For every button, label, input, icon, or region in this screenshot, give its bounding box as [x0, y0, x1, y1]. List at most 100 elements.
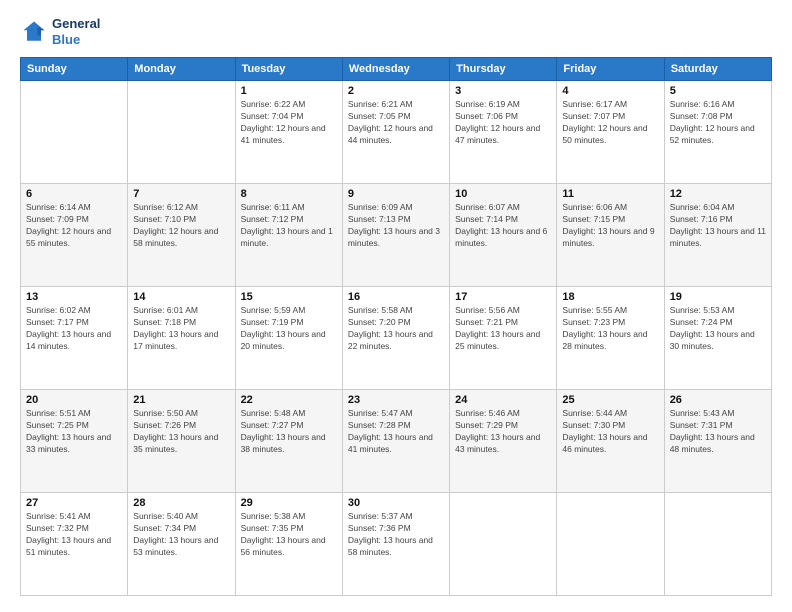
cell-info: Sunrise: 5:56 AM Sunset: 7:21 PM Dayligh…: [455, 305, 551, 353]
cell-info: Sunrise: 6:22 AM Sunset: 7:04 PM Dayligh…: [241, 99, 337, 147]
calendar-table: Sunday Monday Tuesday Wednesday Thursday…: [20, 57, 772, 596]
cell-info: Sunrise: 6:21 AM Sunset: 7:05 PM Dayligh…: [348, 99, 444, 147]
calendar-week-1: 1 Sunrise: 6:22 AM Sunset: 7:04 PM Daylig…: [21, 81, 772, 184]
calendar-cell: 26 Sunrise: 5:43 AM Sunset: 7:31 PM Dayli…: [664, 390, 771, 493]
calendar-week-3: 13 Sunrise: 6:02 AM Sunset: 7:17 PM Dayli…: [21, 287, 772, 390]
cell-info: Sunrise: 6:09 AM Sunset: 7:13 PM Dayligh…: [348, 202, 444, 250]
calendar-cell: [128, 81, 235, 184]
calendar-cell: 6 Sunrise: 6:14 AM Sunset: 7:09 PM Daylig…: [21, 184, 128, 287]
cell-info: Sunrise: 5:59 AM Sunset: 7:19 PM Dayligh…: [241, 305, 337, 353]
cell-info: Sunrise: 5:55 AM Sunset: 7:23 PM Dayligh…: [562, 305, 658, 353]
calendar-cell: 1 Sunrise: 6:22 AM Sunset: 7:04 PM Daylig…: [235, 81, 342, 184]
calendar-week-2: 6 Sunrise: 6:14 AM Sunset: 7:09 PM Daylig…: [21, 184, 772, 287]
cell-date: 12: [670, 188, 766, 200]
cell-date: 24: [455, 394, 551, 406]
cell-date: 3: [455, 85, 551, 97]
col-saturday: Saturday: [664, 58, 771, 81]
cell-date: 13: [26, 291, 122, 303]
calendar-cell: 28 Sunrise: 5:40 AM Sunset: 7:34 PM Dayli…: [128, 493, 235, 596]
calendar-cell: 2 Sunrise: 6:21 AM Sunset: 7:05 PM Daylig…: [342, 81, 449, 184]
calendar-cell: 24 Sunrise: 5:46 AM Sunset: 7:29 PM Dayli…: [450, 390, 557, 493]
calendar-cell: 29 Sunrise: 5:38 AM Sunset: 7:35 PM Dayli…: [235, 493, 342, 596]
cell-date: 11: [562, 188, 658, 200]
cell-date: 6: [26, 188, 122, 200]
calendar-cell: 19 Sunrise: 5:53 AM Sunset: 7:24 PM Dayli…: [664, 287, 771, 390]
cell-date: 22: [241, 394, 337, 406]
calendar-cell: 22 Sunrise: 5:48 AM Sunset: 7:27 PM Dayli…: [235, 390, 342, 493]
cell-info: Sunrise: 6:17 AM Sunset: 7:07 PM Dayligh…: [562, 99, 658, 147]
cell-date: 23: [348, 394, 444, 406]
calendar-cell: 14 Sunrise: 6:01 AM Sunset: 7:18 PM Dayli…: [128, 287, 235, 390]
cell-date: 4: [562, 85, 658, 97]
calendar-cell: 10Sunrise: 6:07 AM Sunset: 7:14 PM Dayli…: [450, 184, 557, 287]
col-sunday: Sunday: [21, 58, 128, 81]
cell-info: Sunrise: 6:07 AM Sunset: 7:14 PM Dayligh…: [455, 202, 551, 250]
calendar-cell: 21 Sunrise: 5:50 AM Sunset: 7:26 PM Dayli…: [128, 390, 235, 493]
cell-info: Sunrise: 5:46 AM Sunset: 7:29 PM Dayligh…: [455, 408, 551, 456]
cell-info: Sunrise: 6:02 AM Sunset: 7:17 PM Dayligh…: [26, 305, 122, 353]
cell-date: 27: [26, 497, 122, 509]
cell-info: Sunrise: 5:47 AM Sunset: 7:28 PM Dayligh…: [348, 408, 444, 456]
cell-date: 30: [348, 497, 444, 509]
calendar-cell: 11 Sunrise: 6:06 AM Sunset: 7:15 PM Dayli…: [557, 184, 664, 287]
cell-date: 19: [670, 291, 766, 303]
cell-info: Sunrise: 5:51 AM Sunset: 7:25 PM Dayligh…: [26, 408, 122, 456]
calendar-cell: 25 Sunrise: 5:44 AM Sunset: 7:30 PM Dayli…: [557, 390, 664, 493]
cell-info: Sunrise: 5:43 AM Sunset: 7:31 PM Dayligh…: [670, 408, 766, 456]
col-tuesday: Tuesday: [235, 58, 342, 81]
calendar-body: 1 Sunrise: 6:22 AM Sunset: 7:04 PM Daylig…: [21, 81, 772, 596]
cell-date: 26: [670, 394, 766, 406]
calendar-cell: 23 Sunrise: 5:47 AM Sunset: 7:28 PM Dayli…: [342, 390, 449, 493]
cell-info: Sunrise: 5:44 AM Sunset: 7:30 PM Dayligh…: [562, 408, 658, 456]
calendar-cell: [664, 493, 771, 596]
cell-info: Sunrise: 5:37 AM Sunset: 7:36 PM Dayligh…: [348, 511, 444, 559]
cell-info: Sunrise: 5:40 AM Sunset: 7:34 PM Dayligh…: [133, 511, 229, 559]
cell-info: Sunrise: 5:41 AM Sunset: 7:32 PM Dayligh…: [26, 511, 122, 559]
cell-date: 29: [241, 497, 337, 509]
col-thursday: Thursday: [450, 58, 557, 81]
calendar-cell: [557, 493, 664, 596]
cell-date: 20: [26, 394, 122, 406]
calendar-cell: 5Sunrise: 6:16 AM Sunset: 7:08 PM Daylig…: [664, 81, 771, 184]
calendar-cell: 13 Sunrise: 6:02 AM Sunset: 7:17 PM Dayli…: [21, 287, 128, 390]
calendar-cell: [450, 493, 557, 596]
cell-date: 9: [348, 188, 444, 200]
logo: General Blue: [20, 16, 100, 47]
cell-info: Sunrise: 6:06 AM Sunset: 7:15 PM Dayligh…: [562, 202, 658, 250]
cell-info: Sunrise: 6:01 AM Sunset: 7:18 PM Dayligh…: [133, 305, 229, 353]
cell-info: Sunrise: 5:48 AM Sunset: 7:27 PM Dayligh…: [241, 408, 337, 456]
calendar-cell: 7Sunrise: 6:12 AM Sunset: 7:10 PM Daylig…: [128, 184, 235, 287]
calendar-week-4: 20 Sunrise: 5:51 AM Sunset: 7:25 PM Dayli…: [21, 390, 772, 493]
cell-info: Sunrise: 6:19 AM Sunset: 7:06 PM Dayligh…: [455, 99, 551, 147]
calendar-cell: 12 Sunrise: 6:04 AM Sunset: 7:16 PM Dayli…: [664, 184, 771, 287]
cell-info: Sunrise: 5:58 AM Sunset: 7:20 PM Dayligh…: [348, 305, 444, 353]
calendar-cell: 20 Sunrise: 5:51 AM Sunset: 7:25 PM Dayli…: [21, 390, 128, 493]
cell-info: Sunrise: 5:53 AM Sunset: 7:24 PM Dayligh…: [670, 305, 766, 353]
cell-info: Sunrise: 6:04 AM Sunset: 7:16 PM Dayligh…: [670, 202, 766, 250]
calendar-header-row: Sunday Monday Tuesday Wednesday Thursday…: [21, 58, 772, 81]
cell-date: 14: [133, 291, 229, 303]
cell-date: 1: [241, 85, 337, 97]
calendar-cell: 16Sunrise: 5:58 AM Sunset: 7:20 PM Dayli…: [342, 287, 449, 390]
calendar-cell: 3 Sunrise: 6:19 AM Sunset: 7:06 PM Daylig…: [450, 81, 557, 184]
cell-date: 25: [562, 394, 658, 406]
calendar-cell: 30 Sunrise: 5:37 AM Sunset: 7:36 PM Dayli…: [342, 493, 449, 596]
cell-date: 21: [133, 394, 229, 406]
cell-info: Sunrise: 5:50 AM Sunset: 7:26 PM Dayligh…: [133, 408, 229, 456]
cell-date: 2: [348, 85, 444, 97]
logo-text: General Blue: [52, 16, 100, 47]
cell-info: Sunrise: 6:16 AM Sunset: 7:08 PM Dayligh…: [670, 99, 766, 147]
cell-date: 7: [133, 188, 229, 200]
col-friday: Friday: [557, 58, 664, 81]
cell-info: Sunrise: 5:38 AM Sunset: 7:35 PM Dayligh…: [241, 511, 337, 559]
calendar-cell: [21, 81, 128, 184]
calendar-cell: 15Sunrise: 5:59 AM Sunset: 7:19 PM Dayli…: [235, 287, 342, 390]
col-monday: Monday: [128, 58, 235, 81]
cell-info: Sunrise: 6:14 AM Sunset: 7:09 PM Dayligh…: [26, 202, 122, 250]
cell-date: 28: [133, 497, 229, 509]
cell-info: Sunrise: 6:11 AM Sunset: 7:12 PM Dayligh…: [241, 202, 337, 250]
calendar-week-5: 27 Sunrise: 5:41 AM Sunset: 7:32 PM Dayli…: [21, 493, 772, 596]
calendar-cell: 17Sunrise: 5:56 AM Sunset: 7:21 PM Dayli…: [450, 287, 557, 390]
page: General Blue Sunday Monday Tuesday Wedne…: [0, 0, 792, 612]
logo-icon: [20, 18, 48, 46]
